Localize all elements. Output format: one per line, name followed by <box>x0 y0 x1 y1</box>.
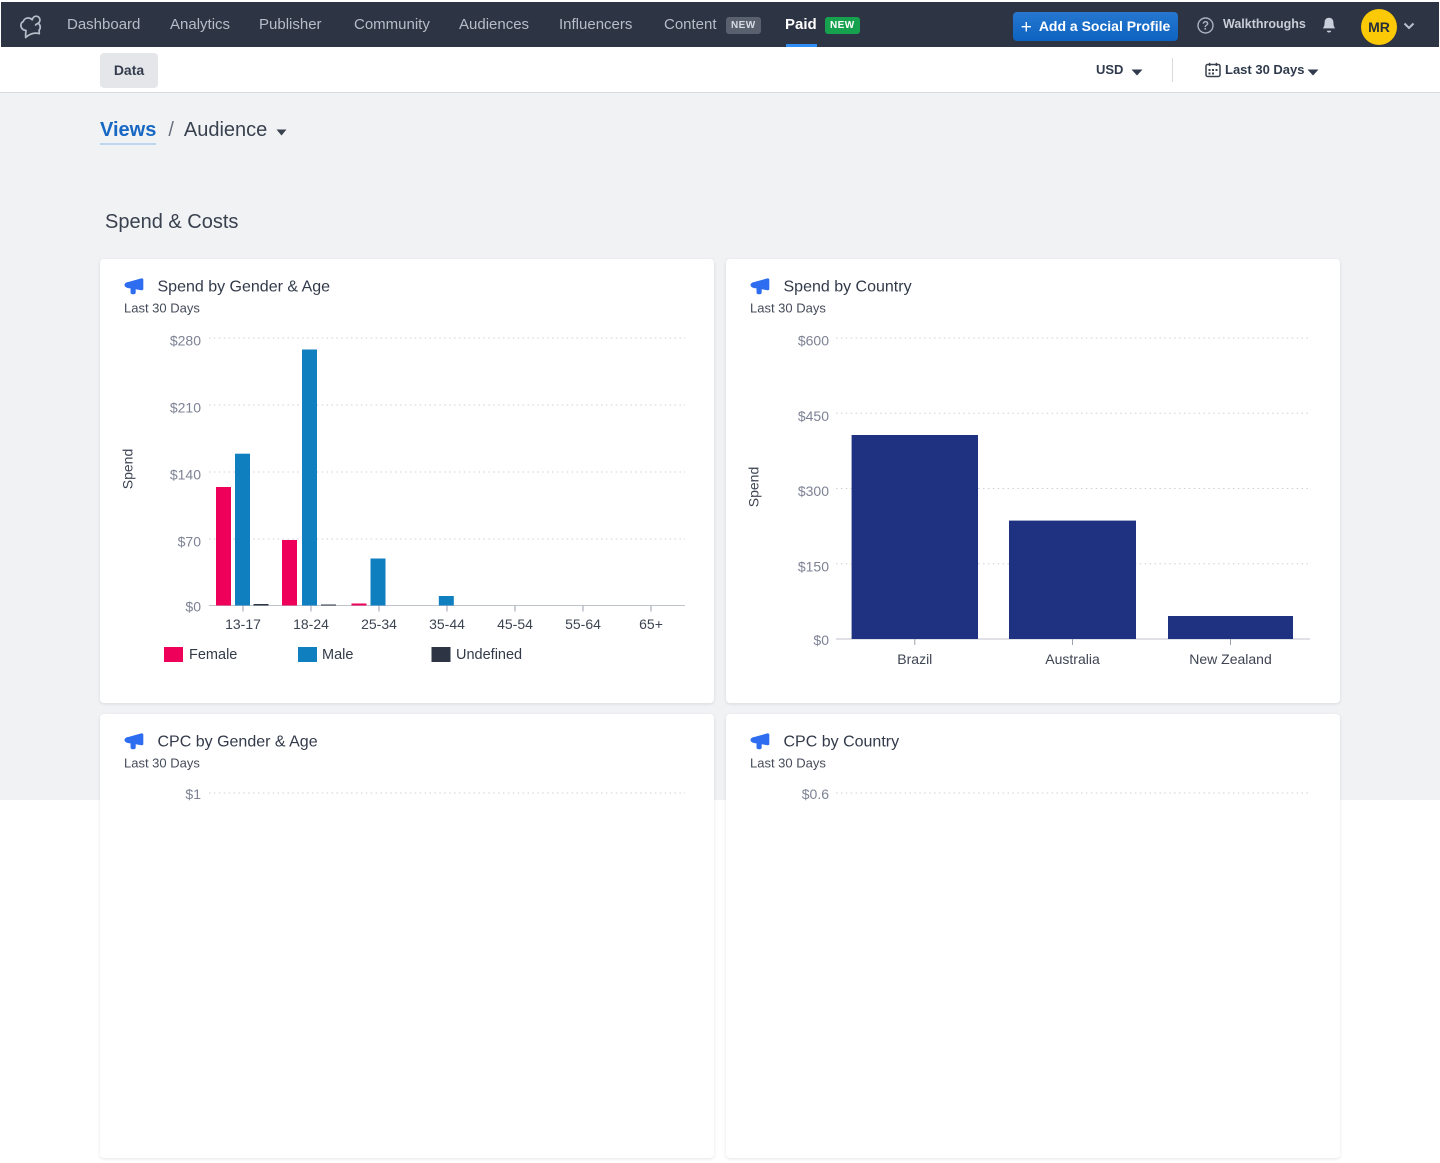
svg-text:Spend: Spend <box>746 467 762 507</box>
svg-text:Brazil: Brazil <box>897 651 932 667</box>
svg-text:45-54: 45-54 <box>497 616 533 632</box>
svg-text:Last 30 Days: Last 30 Days <box>750 756 826 771</box>
svg-text:Male: Male <box>322 647 353 663</box>
svg-text:CPC by Country: CPC by Country <box>784 733 900 750</box>
svg-text:65+: 65+ <box>639 616 663 632</box>
svg-text:Undefined: Undefined <box>456 647 522 663</box>
svg-text:25-34: 25-34 <box>361 616 397 632</box>
svg-text:18-24: 18-24 <box>293 616 329 632</box>
svg-text:New Zealand: New Zealand <box>1189 651 1272 667</box>
svg-text:$300: $300 <box>798 483 829 499</box>
svg-text:$450: $450 <box>798 408 829 424</box>
svg-text:$0: $0 <box>813 632 829 648</box>
svg-text:13-17: 13-17 <box>225 616 261 632</box>
svg-text:Last 30 Days: Last 30 Days <box>124 756 200 771</box>
svg-text:Female: Female <box>189 647 237 663</box>
svg-text:$280: $280 <box>170 333 201 349</box>
svg-text:Spend by Country: Spend by Country <box>784 278 912 295</box>
svg-text:Last 30 Days: Last 30 Days <box>124 301 200 316</box>
svg-text:$210: $210 <box>170 400 201 416</box>
svg-text:Australia: Australia <box>1045 651 1100 667</box>
svg-text:35-44: 35-44 <box>429 616 465 632</box>
svg-text:Spend: Spend <box>120 449 136 489</box>
svg-text:Spend by Gender & Age: Spend by Gender & Age <box>158 278 331 295</box>
svg-text:$0: $0 <box>185 599 201 615</box>
svg-text:$70: $70 <box>178 534 202 550</box>
svg-text:$600: $600 <box>798 333 829 349</box>
svg-text:$140: $140 <box>170 467 201 483</box>
svg-text:CPC by Gender & Age: CPC by Gender & Age <box>158 733 318 750</box>
svg-text:?: ? <box>1202 21 1209 33</box>
svg-text:$150: $150 <box>798 558 829 574</box>
svg-text:55-64: 55-64 <box>565 616 601 632</box>
svg-text:Last 30 Days: Last 30 Days <box>750 301 826 316</box>
